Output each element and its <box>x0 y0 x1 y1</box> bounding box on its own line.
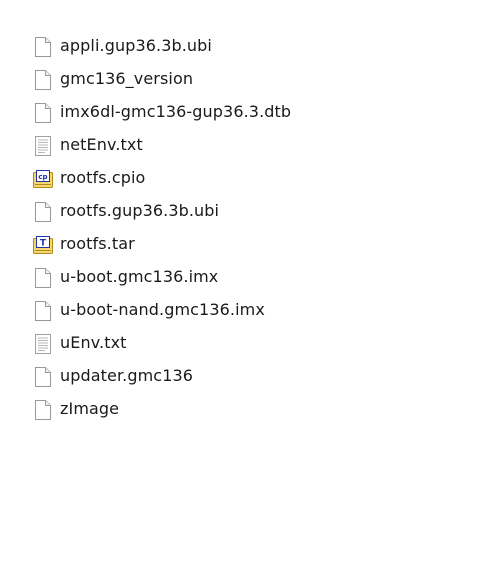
file-name: uEnv.txt <box>60 333 127 352</box>
file-name: rootfs.tar <box>60 234 135 253</box>
file-item-uenv-txt[interactable]: uEnv.txt <box>23 327 443 360</box>
blank-file-icon <box>32 266 54 290</box>
file-item-zimage[interactable]: zImage <box>23 393 443 426</box>
file-item-imx6dl-gmc136-gup36-3-dtb[interactable]: imx6dl-gmc136-gup36.3.dtb <box>23 96 443 129</box>
file-item-u-boot-nand-gmc136-imx[interactable]: u-boot-nand.gmc136.imx <box>23 294 443 327</box>
blank-file-icon <box>32 365 54 389</box>
file-item-rootfs-tar[interactable]: T rootfs.tar <box>23 228 443 261</box>
cpio-badge-label: cp <box>38 173 47 181</box>
blank-file-icon <box>32 101 54 125</box>
blank-file-icon <box>32 299 54 323</box>
blank-file-icon <box>32 398 54 422</box>
file-name: appli.gup36.3b.ubi <box>60 36 212 55</box>
file-item-gmc136-version[interactable]: gmc136_version <box>23 63 443 96</box>
file-name: rootfs.cpio <box>60 168 146 187</box>
file-list: appli.gup36.3b.ubi gmc136_version imx6dl… <box>23 30 443 426</box>
file-name: u-boot.gmc136.imx <box>60 267 219 286</box>
file-name: netEnv.txt <box>60 135 143 154</box>
file-name: zImage <box>60 399 120 418</box>
file-item-appli-gup36-3b-ubi[interactable]: appli.gup36.3b.ubi <box>23 30 443 63</box>
file-name: updater.gmc136 <box>60 366 194 385</box>
file-item-updater-gmc136[interactable]: updater.gmc136 <box>23 360 443 393</box>
file-item-rootfs-gup36-3b-ubi[interactable]: rootfs.gup36.3b.ubi <box>23 195 443 228</box>
cpio-archive-icon: cp <box>32 167 54 191</box>
text-file-icon <box>32 332 54 356</box>
tar-badge-label: T <box>40 238 47 248</box>
file-name: rootfs.gup36.3b.ubi <box>60 201 220 220</box>
file-name: gmc136_version <box>60 69 194 88</box>
blank-file-icon <box>32 200 54 224</box>
file-item-u-boot-gmc136-imx[interactable]: u-boot.gmc136.imx <box>23 261 443 294</box>
blank-file-icon <box>32 35 54 59</box>
file-item-netenv-txt[interactable]: netEnv.txt <box>23 129 443 162</box>
file-name: imx6dl-gmc136-gup36.3.dtb <box>60 102 292 121</box>
text-file-icon <box>32 134 54 158</box>
blank-file-icon <box>32 68 54 92</box>
tar-archive-icon: T <box>32 233 54 257</box>
file-name: u-boot-nand.gmc136.imx <box>60 300 265 319</box>
file-item-rootfs-cpio[interactable]: cp rootfs.cpio <box>23 162 443 195</box>
